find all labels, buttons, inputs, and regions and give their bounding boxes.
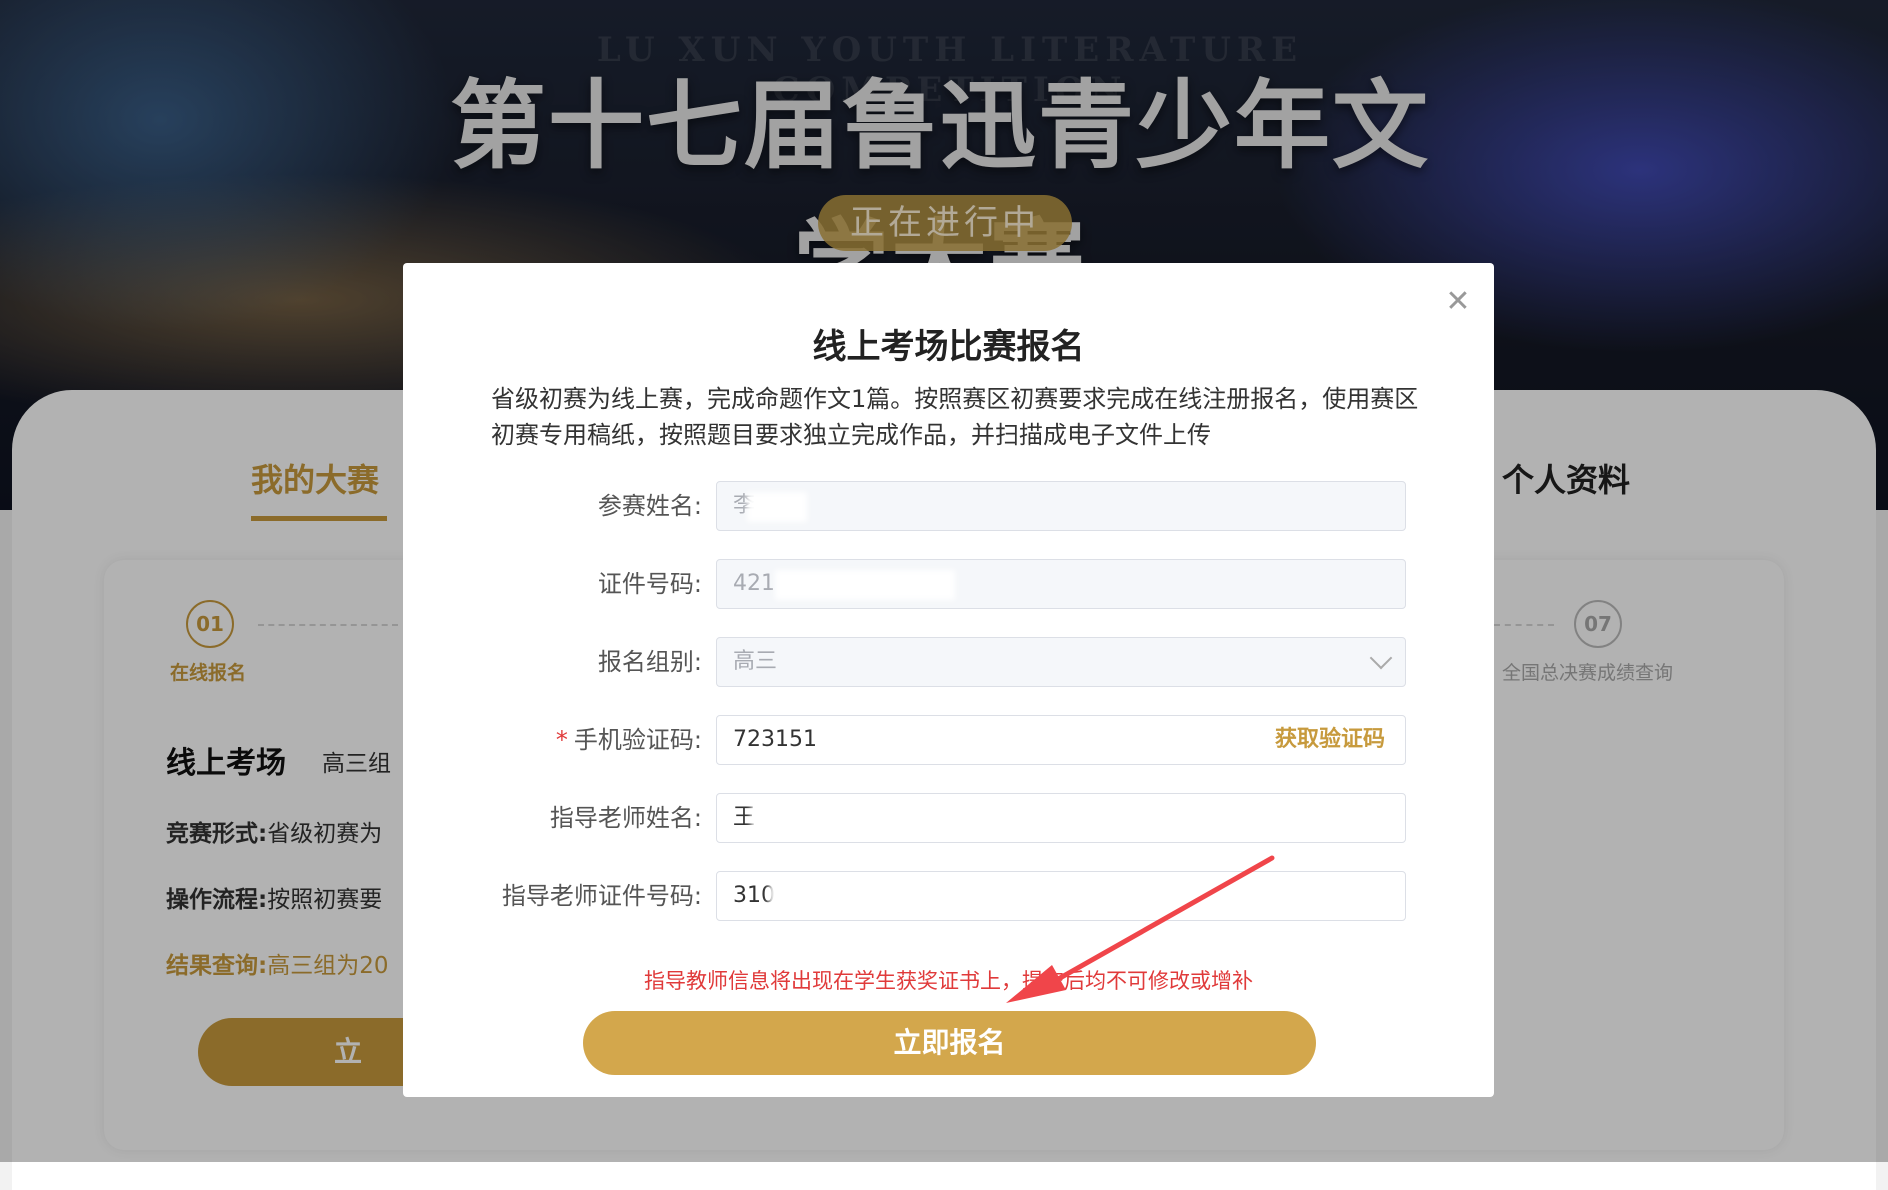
close-icon[interactable]: ✕ [1443, 287, 1473, 317]
teacher-info-warning: 指导教师信息将出现在学生获奖证书上，提交后均不可修改或增补 [644, 969, 1253, 993]
name-label: 参赛姓名: [597, 492, 702, 520]
modal-title: 线上考场比赛报名 [812, 327, 1085, 367]
form-row-phone-code: * 手机验证码: 723151 获取验证码 [403, 715, 1494, 765]
group-label: 报名组别: [597, 648, 702, 676]
registration-modal: ✕ 线上考场比赛报名 省级初赛为线上赛，完成命题作文1篇。按照赛区初赛要求完成在… [403, 263, 1494, 1097]
name-field[interactable]: 李 [716, 481, 1406, 531]
register-now-button[interactable]: 立即报名 [583, 1011, 1316, 1075]
phone-code-input[interactable]: 723151 获取验证码 [716, 715, 1406, 765]
id-value: 421 [733, 571, 775, 596]
chevron-down-icon [1369, 646, 1393, 670]
teacher-name-label: 指导老师姓名: [549, 804, 702, 832]
teacher-id-label: 指导老师证件号码: [501, 882, 702, 910]
form-row-teacher-id: 指导老师证件号码: 310 [403, 871, 1494, 921]
redaction-blur [751, 804, 811, 834]
group-select[interactable]: 高三 [716, 637, 1406, 687]
get-code-button[interactable]: 获取验证码 [1275, 716, 1385, 764]
form-row-id: 证件号码: 421 [403, 559, 1494, 609]
redaction-blur [747, 492, 807, 522]
form-row-name: 参赛姓名: 李 [403, 481, 1494, 531]
group-value: 高三 [733, 649, 778, 674]
phone-code-label: * 手机验证码: [556, 715, 702, 765]
redaction-blur [769, 882, 949, 912]
id-label: 证件号码: [597, 570, 702, 598]
required-mark: * [555, 726, 568, 754]
phone-code-value: 723151 [733, 727, 817, 752]
form-row-group: 报名组别: 高三 [403, 637, 1494, 687]
form-row-teacher-name: 指导老师姓名: 王 [403, 793, 1494, 843]
teacher-id-input[interactable]: 310 [716, 871, 1406, 921]
teacher-name-input[interactable]: 王 [716, 793, 1406, 843]
phone-code-label-text: 手机验证码: [573, 726, 702, 754]
id-number-field[interactable]: 421 [716, 559, 1406, 609]
redaction-blur [775, 570, 955, 600]
modal-description: 省级初赛为线上赛，完成命题作文1篇。按照赛区初赛要求完成在线注册报名，使用赛区初… [491, 385, 1419, 449]
